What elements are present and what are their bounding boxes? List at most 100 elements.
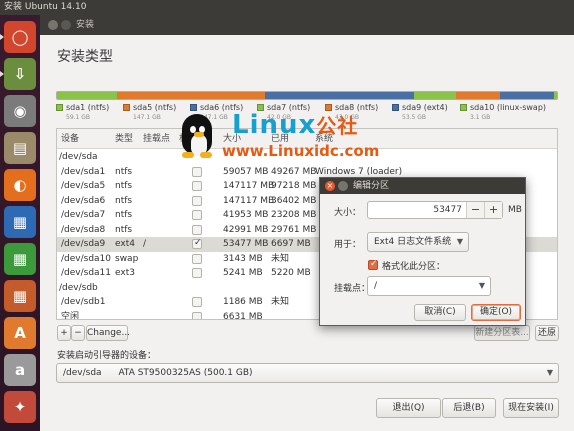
cell-size: 42991 MB: [223, 224, 269, 235]
bootloader-device: /dev/sda: [63, 368, 102, 378]
add-partition-button[interactable]: +: [57, 325, 71, 341]
cell-used: 36402 MB: [271, 195, 317, 206]
partition-bar-segment: [456, 92, 500, 99]
col-device[interactable]: 设备: [61, 129, 79, 149]
launcher-firefox-icon[interactable]: ◐: [4, 169, 36, 201]
cell-size: 147117 MB: [223, 195, 275, 206]
launcher-glyph: ▦: [12, 213, 28, 231]
format-checkbox[interactable]: [192, 224, 202, 235]
format-checkbox[interactable]: [192, 311, 202, 319]
launcher-writer-icon[interactable]: ▦: [4, 206, 36, 238]
cell-device: /dev/sda8: [61, 224, 106, 235]
legend-size: 3.1 GB: [470, 114, 491, 121]
size-stepper[interactable]: 53477 − +: [367, 201, 503, 219]
window-minimize-button[interactable]: [61, 20, 71, 30]
cell-type: swap: [115, 253, 139, 264]
mount-point-value[interactable]: /: [374, 281, 377, 291]
partition-bar-segment: [265, 92, 414, 99]
cell-device: /dev/sda7: [61, 210, 106, 220]
format-checkbox[interactable]: [368, 259, 378, 270]
legend-item: sda5 (ntfs) 147.1 GB: [123, 103, 176, 121]
launcher-camera-icon[interactable]: ◉: [4, 95, 36, 127]
col-mount[interactable]: 挂载点: [143, 129, 170, 149]
format-checkbox[interactable]: [192, 238, 202, 249]
format-checkbox[interactable]: [192, 166, 202, 177]
format-checkbox[interactable]: [192, 210, 202, 220]
format-checkbox[interactable]: [192, 253, 202, 264]
cell-device: /dev/sda5: [61, 181, 106, 191]
cell-type: ntfs: [115, 195, 133, 206]
page-title: 安装类型: [57, 49, 113, 65]
legend-name: sda10 (linux-swap): [470, 103, 547, 112]
bootloader-label: 安装启动引导器的设备：: [57, 351, 157, 361]
format-checkbox[interactable]: [192, 181, 202, 191]
legend-item: sda1 (ntfs) 59.1 GB: [56, 103, 110, 121]
launcher: ◯ ⇩ ◉ ▤ ◐ ▦ ▦ ▦ Aa ✦: [0, 15, 40, 431]
launcher-glyph: ◯: [11, 28, 29, 46]
cell-used: 29761 MB: [271, 224, 317, 235]
launcher-glyph: ✦: [13, 398, 27, 416]
bootloader-device-select[interactable]: /dev/sda ATA ST9500325AS (500.1 GB) ▼: [56, 363, 559, 383]
launcher-calc-icon[interactable]: ▦: [4, 243, 36, 275]
top-panel: 安装 Ubuntu 14.10: [0, 0, 574, 15]
cell-used: 5220 MB: [271, 268, 311, 278]
col-type[interactable]: 类型: [115, 129, 133, 149]
launcher-glyph: ▦: [12, 287, 28, 305]
watermark-brand: Linux公社: [232, 110, 359, 140]
dialog-minimize-button[interactable]: [338, 181, 348, 191]
launcher-settings-icon[interactable]: ✦: [4, 391, 36, 423]
install-now-button[interactable]: 现在安装(I): [503, 398, 559, 418]
use-as-select[interactable]: Ext4 日志文件系统 ▼: [367, 232, 469, 252]
size-decrease-button[interactable]: −: [466, 202, 484, 218]
size-value[interactable]: 53477: [433, 202, 462, 218]
revert-button[interactable]: 还原: [535, 325, 559, 341]
launcher-software-center-icon[interactable]: A: [4, 317, 36, 349]
launcher-glyph: ▤: [12, 139, 28, 157]
format-label: 格式化此分区：: [382, 262, 446, 272]
back-button[interactable]: 后退(B): [442, 398, 496, 418]
launcher-installer-icon[interactable]: ⇩: [0, 58, 36, 90]
partition-bar-segment: [499, 92, 554, 99]
running-indicator: [0, 71, 4, 77]
dialog-close-button[interactable]: ×: [325, 181, 335, 191]
cell-size: 147117 MB: [223, 181, 275, 191]
window-close-button[interactable]: [48, 20, 58, 30]
top-panel-title: 安装 Ubuntu 14.10: [4, 2, 87, 12]
chevron-down-icon: ▼: [456, 237, 463, 246]
change-partition-button[interactable]: Change...: [86, 325, 130, 341]
mount-point-combo[interactable]: / ▼: [367, 276, 491, 296]
legend-size: 59.1 GB: [66, 114, 91, 121]
launcher-amazon-icon[interactable]: a: [4, 354, 36, 386]
cell-type: ntfs: [115, 166, 133, 177]
cell-device: 空闲: [61, 311, 80, 320]
launcher-glyph: ◐: [13, 176, 27, 194]
cell-device: /dev/sda9: [61, 239, 106, 249]
cell-size: 3143 MB: [223, 253, 263, 264]
launcher-ubuntu-icon[interactable]: ◯: [0, 21, 36, 53]
tux-logo: [182, 114, 212, 156]
format-checkbox[interactable]: [192, 195, 202, 206]
format-checkbox[interactable]: [192, 297, 202, 307]
format-checkbox[interactable]: [192, 268, 202, 278]
cell-device: /dev/sda10: [61, 253, 112, 264]
cell-type: ntfs: [115, 224, 133, 235]
legend-name: sda1 (ntfs): [66, 103, 110, 112]
edit-partition-dialog: × 编辑分区 大小： 53477 − + MB 用于： Ext4 日志文件系统 …: [319, 177, 526, 326]
launcher-files-icon[interactable]: ▤: [4, 132, 36, 164]
launcher-impress-icon[interactable]: ▦: [4, 280, 36, 312]
cell-size: 59057 MB: [223, 166, 269, 177]
launcher-glyph: ▦: [12, 250, 28, 268]
cell-device: /dev/sda11: [61, 268, 112, 278]
mount-label: 挂载点：: [334, 284, 371, 294]
size-increase-button[interactable]: +: [484, 202, 502, 218]
dialog-cancel-button[interactable]: 取消(C): [414, 304, 466, 321]
cell-device: /dev/sdb: [59, 282, 98, 293]
use-as-value: Ext4 日志文件系统: [374, 237, 452, 247]
remove-partition-button[interactable]: −: [71, 325, 85, 341]
size-label: 大小：: [334, 208, 362, 218]
quit-button[interactable]: 退出(Q): [376, 398, 441, 418]
cell-device: /dev/sda1: [61, 166, 106, 177]
cell-size: 6631 MB: [223, 311, 263, 320]
dialog-ok-button[interactable]: 确定(O): [471, 304, 521, 321]
new-partition-table-button[interactable]: 新建分区表...: [474, 325, 530, 341]
